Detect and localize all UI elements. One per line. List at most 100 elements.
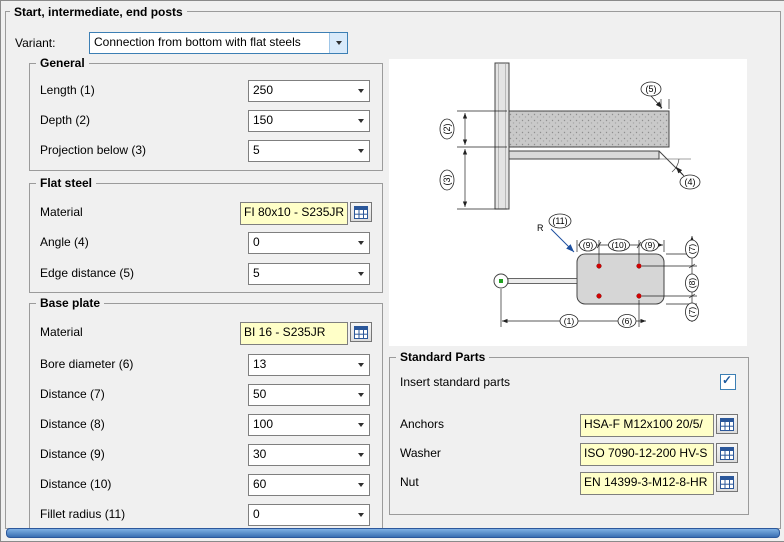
group-base-plate: Base plate Material BI 16 - S235JR Bore …: [29, 303, 383, 529]
group-standard-parts-title: Standard Parts: [396, 350, 489, 364]
edge-distance-select[interactable]: 5: [248, 263, 370, 285]
chevron-down-icon: [352, 141, 369, 161]
nut-field[interactable]: EN 14399-3-M12-8-HR: [580, 472, 714, 495]
flat-steel-material-row: Material FI 80x10 - S235JR: [40, 202, 382, 222]
svg-text:(7): (7): [687, 307, 697, 318]
distance-9-select[interactable]: 30: [248, 444, 370, 466]
distance-10-label: Distance (10): [40, 477, 111, 491]
variant-value: Connection from bottom with flat steels: [90, 33, 329, 53]
chevron-down-icon: [352, 505, 369, 525]
callout-2: (2): [440, 119, 454, 139]
washer-row: Washer ISO 7090-12-200 HV-S: [400, 443, 748, 463]
bore-diameter-row: Bore diameter (6) 13: [40, 354, 382, 374]
distance-8-value: 100: [249, 415, 352, 435]
table-icon: [720, 418, 734, 431]
anchor-bolt-shape: [494, 274, 577, 288]
distance-7-label: Distance (7): [40, 387, 105, 401]
fillet-radius-select[interactable]: 0: [248, 504, 370, 526]
svg-text:(9): (9): [583, 240, 594, 250]
fillet-radius-value: 0: [249, 505, 352, 525]
depth-label: Depth (2): [40, 113, 90, 127]
callout-1: (1): [560, 315, 578, 328]
length-row: Length (1) 250: [40, 80, 382, 100]
joint-properties-dialog: Start, intermediate, end posts Variant: …: [0, 0, 784, 542]
distance-8-select[interactable]: 100: [248, 414, 370, 436]
length-select[interactable]: 250: [248, 80, 370, 102]
fillet-radius-label: Fillet radius (11): [40, 507, 125, 521]
callout-9a: (9): [580, 239, 597, 251]
distance-8-row: Distance (8) 100: [40, 414, 382, 434]
horizontal-scrollbar-thumb[interactable]: [6, 528, 780, 538]
table-icon: [354, 206, 368, 219]
depth-value: 150: [249, 111, 352, 131]
dialog-title: Start, intermediate, end posts: [10, 5, 187, 19]
callout-6: (6): [618, 315, 636, 328]
chevron-down-icon: [352, 264, 369, 284]
flat-steel-material-field[interactable]: FI 80x10 - S235JR: [240, 202, 348, 225]
variant-select[interactable]: Connection from bottom with flat steels: [89, 32, 348, 54]
callout-7a: (7): [686, 240, 699, 258]
distance-9-label: Distance (9): [40, 447, 105, 461]
group-flat-steel-title: Flat steel: [36, 176, 96, 190]
distance-10-row: Distance (10) 60: [40, 474, 382, 494]
callout-3: (3): [440, 170, 454, 190]
anchors-table-button[interactable]: [716, 414, 738, 434]
distance-8-label: Distance (8): [40, 417, 105, 431]
callout-7b: (7): [686, 303, 699, 321]
callout-10: (10): [609, 239, 630, 251]
angle-value: 0: [249, 233, 352, 253]
washer-table-button[interactable]: [716, 443, 738, 463]
anchors-row: Anchors HSA-F M12x100 20/5/: [400, 414, 748, 434]
length-label: Length (1): [40, 83, 95, 97]
callout-9b: (9): [642, 239, 659, 251]
svg-text:(8): (8): [687, 278, 697, 289]
distance-7-select[interactable]: 50: [248, 384, 370, 406]
base-plate-material-label: Material: [40, 325, 83, 339]
distance-7-row: Distance (7) 50: [40, 384, 382, 404]
svg-text:(3): (3): [442, 174, 452, 185]
chevron-down-icon: [352, 415, 369, 435]
chevron-down-icon: [329, 33, 347, 53]
edge-distance-value: 5: [249, 264, 352, 284]
svg-text:R: R: [537, 223, 544, 233]
flat-steel-shape: [509, 151, 691, 175]
projection-below-row: Projection below (3) 5: [40, 140, 382, 160]
distance-9-row: Distance (9) 30: [40, 444, 382, 464]
insert-standard-parts-checkbox[interactable]: [720, 374, 736, 390]
svg-text:(6): (6): [622, 316, 633, 326]
angle-select[interactable]: 0: [248, 232, 370, 254]
table-icon: [720, 476, 734, 489]
variant-label: Variant:: [15, 36, 55, 50]
distance-9-value: 30: [249, 445, 352, 465]
chevron-down-icon: [352, 475, 369, 495]
flat-steel-material-table-button[interactable]: [350, 202, 372, 222]
washer-field[interactable]: ISO 7090-12-200 HV-S: [580, 443, 714, 466]
edge-distance-row: Edge distance (5) 5: [40, 263, 382, 283]
fillet-radius-row: Fillet radius (11) 0: [40, 504, 382, 524]
group-general-title: General: [36, 56, 89, 70]
svg-text:(1): (1): [564, 316, 575, 326]
projection-below-select[interactable]: 5: [248, 140, 370, 162]
group-base-plate-title: Base plate: [36, 296, 104, 310]
group-flat-steel: Flat steel Material FI 80x10 - S235JR An…: [29, 183, 383, 293]
chevron-down-icon: [352, 233, 369, 253]
base-plate-material-table-button[interactable]: [350, 322, 372, 342]
svg-text:(11): (11): [552, 216, 567, 226]
insert-standard-parts-label: Insert standard parts: [400, 375, 510, 389]
chevron-down-icon: [352, 111, 369, 131]
washer-value: ISO 7090-12-200 HV-S: [584, 446, 707, 460]
nut-table-button[interactable]: [716, 472, 738, 492]
flat-steel-material-value: FI 80x10 - S235JR: [244, 205, 344, 219]
projection-below-label: Projection below (3): [40, 143, 146, 157]
chevron-down-icon: [352, 385, 369, 405]
bore-diameter-select[interactable]: 13: [248, 354, 370, 376]
depth-select[interactable]: 150: [248, 110, 370, 132]
distance-10-value: 60: [249, 475, 352, 495]
washer-label: Washer: [400, 446, 441, 460]
anchors-field[interactable]: HSA-F M12x100 20/5/: [580, 414, 714, 437]
base-plate-material-field[interactable]: BI 16 - S235JR: [240, 322, 348, 345]
distance-10-select[interactable]: 60: [248, 474, 370, 496]
table-icon: [354, 326, 368, 339]
concrete-slab-shape: [509, 111, 669, 147]
group-standard-parts: Standard Parts Insert standard parts Anc…: [389, 357, 749, 515]
